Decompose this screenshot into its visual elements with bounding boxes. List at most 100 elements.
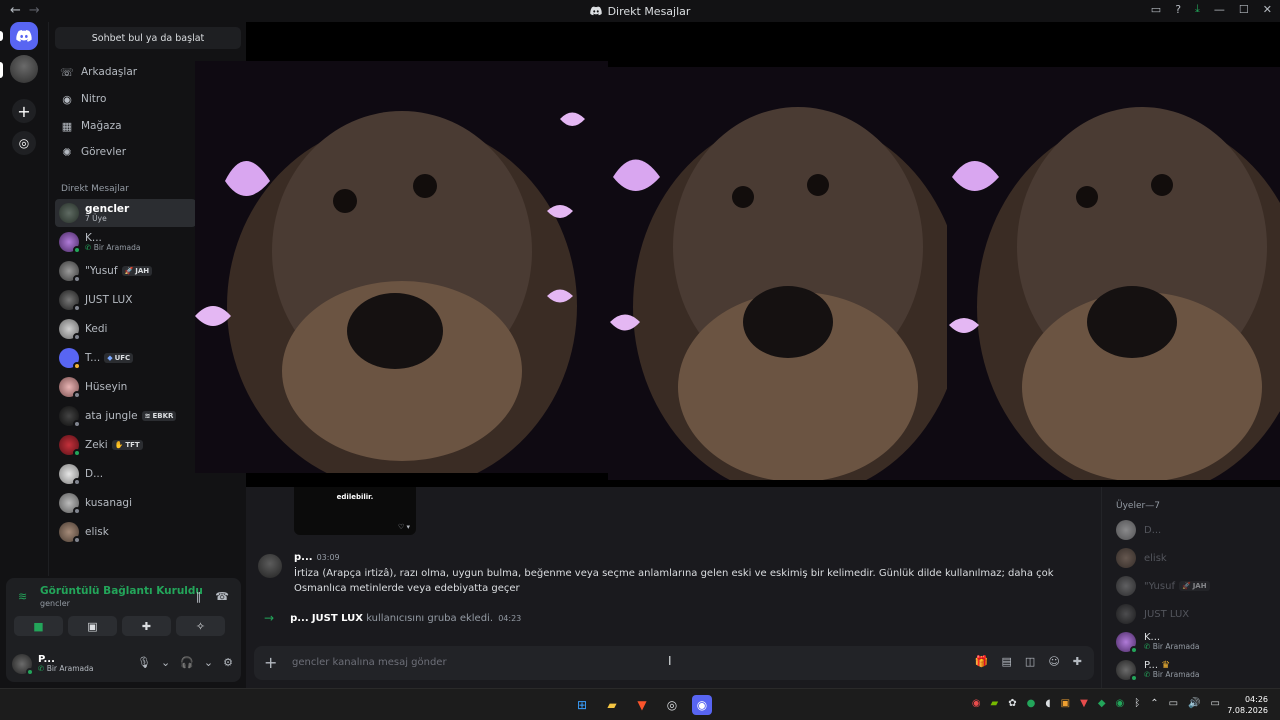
dm-item[interactable]: ata jungle ≋ EBKR [55,402,196,430]
dm-item[interactable]: "Yusuf 🚀 JAH [55,257,196,285]
tray-icon[interactable]: ◖ [1045,698,1050,709]
tray-icon[interactable]: ◆ [1098,698,1106,709]
brave-browser-icon[interactable]: ▼ [632,695,652,715]
inbox-icon[interactable]: ▭ [1151,3,1161,16]
server-avatar[interactable] [10,55,38,83]
member-item[interactable]: K... ✆ Bir Aramada [1116,631,1199,654]
avatar [1116,632,1138,654]
member-item[interactable]: JUST LUX [1116,603,1189,625]
noise-suppression-icon[interactable]: ‖ [196,590,202,603]
discover-compass-icon[interactable]: ◎ [12,131,36,155]
message-composer[interactable]: + gencler kanalına mesaj gönder I 🎁 ▤ ◫ … [254,646,1094,680]
file-explorer-icon[interactable]: ▰ [602,695,622,715]
system-timestamp: 04:23 [498,613,522,623]
network-icon[interactable]: ▭ [1169,698,1178,709]
nav-nitro[interactable]: ◉ Nitro [55,87,195,111]
dm-item[interactable]: gencler 7 Üye [55,199,196,227]
nav-friends[interactable]: ☏ Arkadaşlar [55,60,195,84]
dog-image[interactable] [947,67,1280,480]
dm-item[interactable]: Kedi [55,315,196,343]
gif-icon[interactable]: ▤ [1002,655,1012,668]
plus-icon[interactable]: + [264,653,277,672]
dog-image[interactable] [608,67,947,480]
direct-messages-button[interactable] [10,22,38,50]
composer-actions: 🎁 ▤ ◫ ☺ ✚ [975,655,1082,668]
disconnect-icon[interactable]: ☎ [215,590,229,603]
tray-icon[interactable]: ✿ [1008,698,1016,709]
dm-item[interactable]: Zeki ✋ TFT [55,431,196,459]
dm-item[interactable]: K... ✆ Bir Aramada [55,228,196,256]
emoji-icon[interactable]: ☺ [1048,655,1059,668]
tray-icon[interactable]: ◉ [1116,698,1125,709]
message-text: İrtiza (Arapça irtizâ), razı olma, uygun… [294,568,1054,594]
close-icon[interactable]: ✕ [1263,3,1272,16]
gift-icon[interactable]: 🎁 [975,655,989,668]
bluetooth-icon[interactable]: ᛒ [1134,698,1140,709]
nav-shop[interactable]: ▦ Mağaza [55,114,195,138]
apps-icon[interactable]: ✚ [1073,655,1082,668]
camera-button[interactable]: ■ [14,616,63,636]
steam-icon[interactable]: ◎ [662,695,682,715]
gear-icon[interactable]: ⚙ [223,656,233,669]
headphones-icon[interactable]: 🎧 [180,656,194,669]
dm-item[interactable]: T... ◆ UFC [55,344,196,372]
avatar[interactable] [12,654,34,676]
nvidia-icon[interactable]: ▰ [991,698,999,709]
message-author[interactable]: p... [294,552,313,563]
nav-label: Arkadaşlar [81,66,138,78]
member-item[interactable]: "Yusuf 🚀 JAH [1116,575,1210,597]
sticker-icon[interactable]: ◫ [1025,655,1035,668]
download-icon[interactable]: ⤓ [1195,2,1200,16]
activities-button[interactable]: ✚ [122,616,171,636]
microphone-icon[interactable]: 🎙 [137,656,151,669]
add-server-icon[interactable]: + [12,99,36,123]
chevron-down-icon[interactable]: ⌄ [161,656,170,669]
clock[interactable]: 04:26 7.08.2026 [1227,694,1268,716]
voice-actions: ■ ▣ ✚ ✧ [14,616,225,636]
system-target[interactable]: JUST LUX [312,613,363,624]
dm-item[interactable]: JUST LUX [55,286,196,314]
message-input[interactable]: gencler kanalına mesaj gönder [292,657,447,668]
voice-connection-panel: ≋ Görüntülü Bağlantı Kuruldu gencler ‖ ☎… [6,578,241,682]
windows-start-icon[interactable]: ⊞ [572,695,592,715]
maximize-icon[interactable]: ☐ [1239,3,1249,16]
dm-item[interactable]: Hüseyin [55,373,196,401]
chevron-down-icon[interactable]: ⌄ [204,656,213,669]
member-item[interactable]: P... ♛ ✆ Bir Aramada [1116,659,1199,682]
forward-arrow-icon[interactable]: → [29,3,40,18]
back-arrow-icon[interactable]: ← [10,3,21,18]
nav-quests[interactable]: ✺ Görevler [55,140,195,164]
soundboard-button[interactable]: ✧ [176,616,225,636]
find-conversation-button[interactable]: Sohbet bul ya da başlat [55,27,241,49]
avatar [59,203,79,223]
system-actor[interactable]: p... [290,613,309,624]
reaction-icons[interactable]: ♡ ▾ [398,523,410,531]
avatar [59,406,81,428]
member-item[interactable]: elisk [1116,547,1167,569]
tray-icon[interactable]: ◉ [972,698,981,709]
system-tray: ◉ ▰ ✿ ● ◖ ▣ ▼ ◆ ◉ ᛒ ⌃ ▭ 🔊 ▭ [972,698,1220,709]
voice-status[interactable]: Görüntülü Bağlantı Kuruldu [40,585,203,597]
tray-icon[interactable]: ● [1027,698,1036,709]
window-controls: ▭ ? ⤓ — ☐ ✕ [1151,2,1272,16]
help-icon[interactable]: ? [1175,3,1181,16]
tray-icon[interactable]: ▣ [1061,698,1070,709]
tray-icon[interactable]: ▼ [1080,698,1088,709]
member-item[interactable]: D... [1116,519,1161,541]
voice-channel[interactable]: gencler [40,599,70,608]
dog-image[interactable] [195,61,608,473]
dm-item[interactable]: kusanagi [55,489,196,517]
discord-taskbar-icon[interactable]: ◉ [692,695,712,715]
volume-icon[interactable]: 🔊 [1188,698,1200,709]
battery-icon[interactable]: ▭ [1211,698,1220,709]
minimize-icon[interactable]: — [1214,3,1225,16]
dm-item[interactable]: elisk [55,518,196,546]
avatar[interactable] [258,554,282,578]
voice-controls: ‖ ☎ [196,590,229,603]
chevron-up-icon[interactable]: ⌃ [1150,698,1158,709]
dm-item[interactable]: D... [55,460,196,488]
screen-share-button[interactable]: ▣ [68,616,117,636]
sticker-preview[interactable]: edilebilir. ♡ ▾ [294,487,416,535]
dm-name: ata jungle [85,409,138,422]
signal-icon[interactable]: ≋ [18,590,27,603]
